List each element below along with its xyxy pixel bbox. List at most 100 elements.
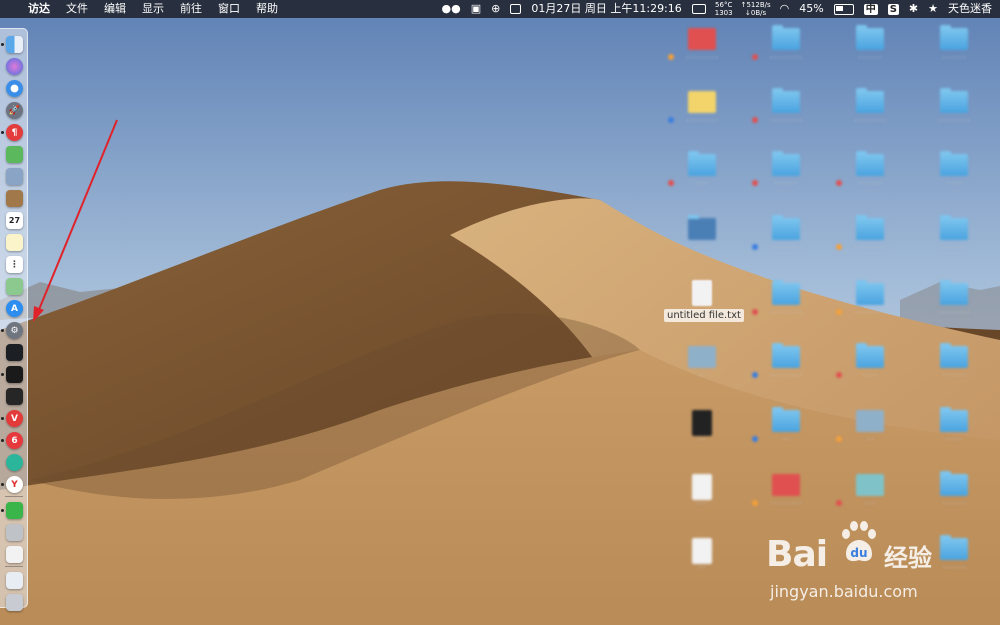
keyboard-icon[interactable]	[687, 0, 711, 18]
desktop-icon[interactable]: ◦◦◦◦◦◦◦◦	[662, 91, 742, 147]
desktop-icon[interactable]: ◦◦◦◦◦◦◦◦	[746, 25, 826, 84]
airplay-icon[interactable]: ▣	[466, 0, 486, 18]
app-store-icon[interactable]: A	[6, 300, 23, 317]
desktop-icon[interactable]: ◦◦◦◦◦◦	[830, 25, 910, 84]
desktop-icon[interactable]: ◦◦◦◦	[914, 151, 994, 210]
terminal-icon[interactable]	[6, 366, 23, 383]
launchpad-icon[interactable]: 🚀	[6, 102, 23, 119]
running-indicator	[1, 483, 4, 486]
input-method-label: 中	[863, 4, 878, 15]
menu-edit[interactable]: 编辑	[96, 0, 134, 18]
desktop-icon[interactable]: ◦◦◦◦◦◦◦◦	[746, 343, 826, 402]
desktop-icon[interactable]: ◦◦◦◦◦◦	[914, 215, 994, 274]
running-indicator	[1, 373, 4, 376]
menu-app-finder[interactable]: 访达	[20, 0, 58, 18]
desktop-icon[interactable]: ◦◦◦◦◦◦◦◦	[746, 88, 826, 147]
desktop-icon[interactable]: ◦◦◦◦◦◦	[746, 151, 826, 210]
siri-dots-icon[interactable]: ●●	[437, 0, 466, 18]
document-icon[interactable]	[6, 572, 23, 589]
yandex-icon[interactable]: Y	[6, 476, 23, 493]
desktop-icon[interactable]: ◦◦◦◦	[662, 215, 742, 274]
desktop-icon[interactable]: ◦◦◦◦◦◦	[830, 151, 910, 210]
wifi-icon[interactable]: ◠	[775, 0, 795, 18]
android-icon[interactable]	[6, 146, 23, 163]
cpu-temp: 56°C	[715, 1, 733, 9]
desktop-icon[interactable]: ◦◦◦◦◦◦◦◦	[662, 28, 742, 84]
globe-icon[interactable]: ⊕	[486, 0, 505, 18]
clock-datetime[interactable]: 01月27日 周日 上午11:29:16	[526, 0, 686, 18]
green-app-icon[interactable]	[6, 454, 23, 471]
textedit-icon[interactable]	[6, 546, 23, 563]
safari-icon[interactable]	[6, 80, 23, 97]
running-indicator	[1, 439, 4, 442]
activity-monitor-icon[interactable]	[6, 344, 23, 361]
desktop-icon[interactable]: ◦◦	[746, 407, 826, 466]
watermark-brand2: 经验	[884, 544, 932, 572]
trash-icon[interactable]	[6, 594, 23, 611]
running-indicator	[1, 329, 4, 332]
running-indicator	[1, 43, 4, 46]
input-method-icon[interactable]: 中	[859, 0, 883, 18]
reminders-icon[interactable]: ⋮	[6, 256, 23, 273]
cpu-temp-stat[interactable]: 56°C 1303	[711, 1, 737, 17]
finder-icon[interactable]	[6, 36, 23, 53]
desktop-icon[interactable]: ◦◦◦◦◦◦◦◦	[746, 280, 826, 339]
sogou-input-icon[interactable]: S	[883, 0, 904, 18]
dock-separator	[5, 496, 23, 497]
favorites-star-icon[interactable]: ★	[923, 0, 943, 18]
desktop-icon[interactable]: ◦◦◦◦	[830, 343, 910, 402]
input-s-label: S	[887, 4, 899, 15]
desktop-icon[interactable]: ◦◦◦◦◦◦◦◦	[830, 280, 910, 339]
menu-go[interactable]: 前往	[172, 0, 210, 18]
desktop-icon[interactable]: ◦◦◦	[662, 474, 742, 530]
dock-separator	[5, 566, 23, 567]
desktop-icon[interactable]: ◦◦◦◦◦◦◦◦	[914, 280, 994, 339]
selected-file-label[interactable]: untitled file.txt	[664, 309, 744, 322]
vivaldi-icon[interactable]: V	[6, 410, 23, 427]
desktop-icon[interactable]: ◦◦	[662, 538, 742, 594]
menu-file[interactable]: 文件	[58, 0, 96, 18]
desktop-icon[interactable]: ◦◦◦◦◦◦◦◦	[746, 215, 826, 274]
desktop-icon[interactable]: ◦◦◦◦◦◦	[914, 25, 994, 84]
printer-icon[interactable]	[6, 524, 23, 541]
desktop-icon[interactable]: ◦◦	[662, 346, 742, 402]
dock: 🚀 ¶ 27 ⋮ A ⚙ V 6 Y	[0, 28, 28, 611]
netease-music-icon[interactable]: 6	[6, 432, 23, 449]
status-area: ●● ▣ ⊕ 01月27日 周日 上午11:29:16 56°C 1303 ↑5…	[437, 0, 1000, 18]
user-name[interactable]: 天色迷香	[943, 0, 1000, 18]
net-up: ↑512B/s	[740, 1, 771, 9]
menu-window[interactable]: 窗口	[210, 0, 248, 18]
desktop-icon[interactable]: ◦◦	[830, 410, 910, 466]
running-indicator	[1, 509, 4, 512]
notes-icon[interactable]	[6, 234, 23, 251]
desktop-icon[interactable]: ◦◦◦◦	[914, 407, 994, 466]
terminal2-icon[interactable]	[6, 388, 23, 405]
bluetooth-icon[interactable]: ✱	[904, 0, 923, 18]
menu-view[interactable]: 显示	[134, 0, 172, 18]
watermark-brand: Bai	[766, 534, 828, 575]
battery-icon[interactable]	[829, 0, 859, 18]
desktop-icon[interactable]: ◦◦◦	[662, 151, 742, 210]
battery-percent[interactable]: 45%	[794, 0, 828, 18]
net-down: ↓0B/s	[745, 9, 767, 17]
network-speed-stat[interactable]: ↑512B/s ↓0B/s	[737, 1, 775, 17]
desktop-icon[interactable]: ◦◦◦◦◦◦◦◦	[830, 215, 910, 274]
maps-icon[interactable]	[6, 278, 23, 295]
notes-brown-icon[interactable]	[6, 190, 23, 207]
desktop-icon[interactable]: ◦◦◦◦◦◦◦◦	[830, 88, 910, 147]
app-red-icon[interactable]: ¶	[6, 124, 23, 141]
calendar-menubar-icon[interactable]	[505, 0, 526, 18]
wechat-icon[interactable]	[6, 502, 23, 519]
calendar-icon[interactable]: 27	[6, 212, 23, 229]
menu-help[interactable]: 帮助	[248, 0, 286, 18]
desktop-icon[interactable]: ◦◦	[662, 410, 742, 466]
running-indicator	[1, 131, 4, 134]
siri-icon[interactable]	[6, 58, 23, 75]
desktop-icon-untitled-file[interactable]	[662, 280, 742, 336]
preview-icon[interactable]	[6, 168, 23, 185]
desktop-icon[interactable]: ◦◦◦◦◦◦	[914, 343, 994, 402]
system-preferences-icon[interactable]: ⚙	[6, 322, 23, 339]
desktop-icon[interactable]: ◦◦◦◦◦◦◦◦	[914, 88, 994, 147]
running-indicator	[1, 417, 4, 420]
fan-speed: 1303	[714, 9, 733, 17]
